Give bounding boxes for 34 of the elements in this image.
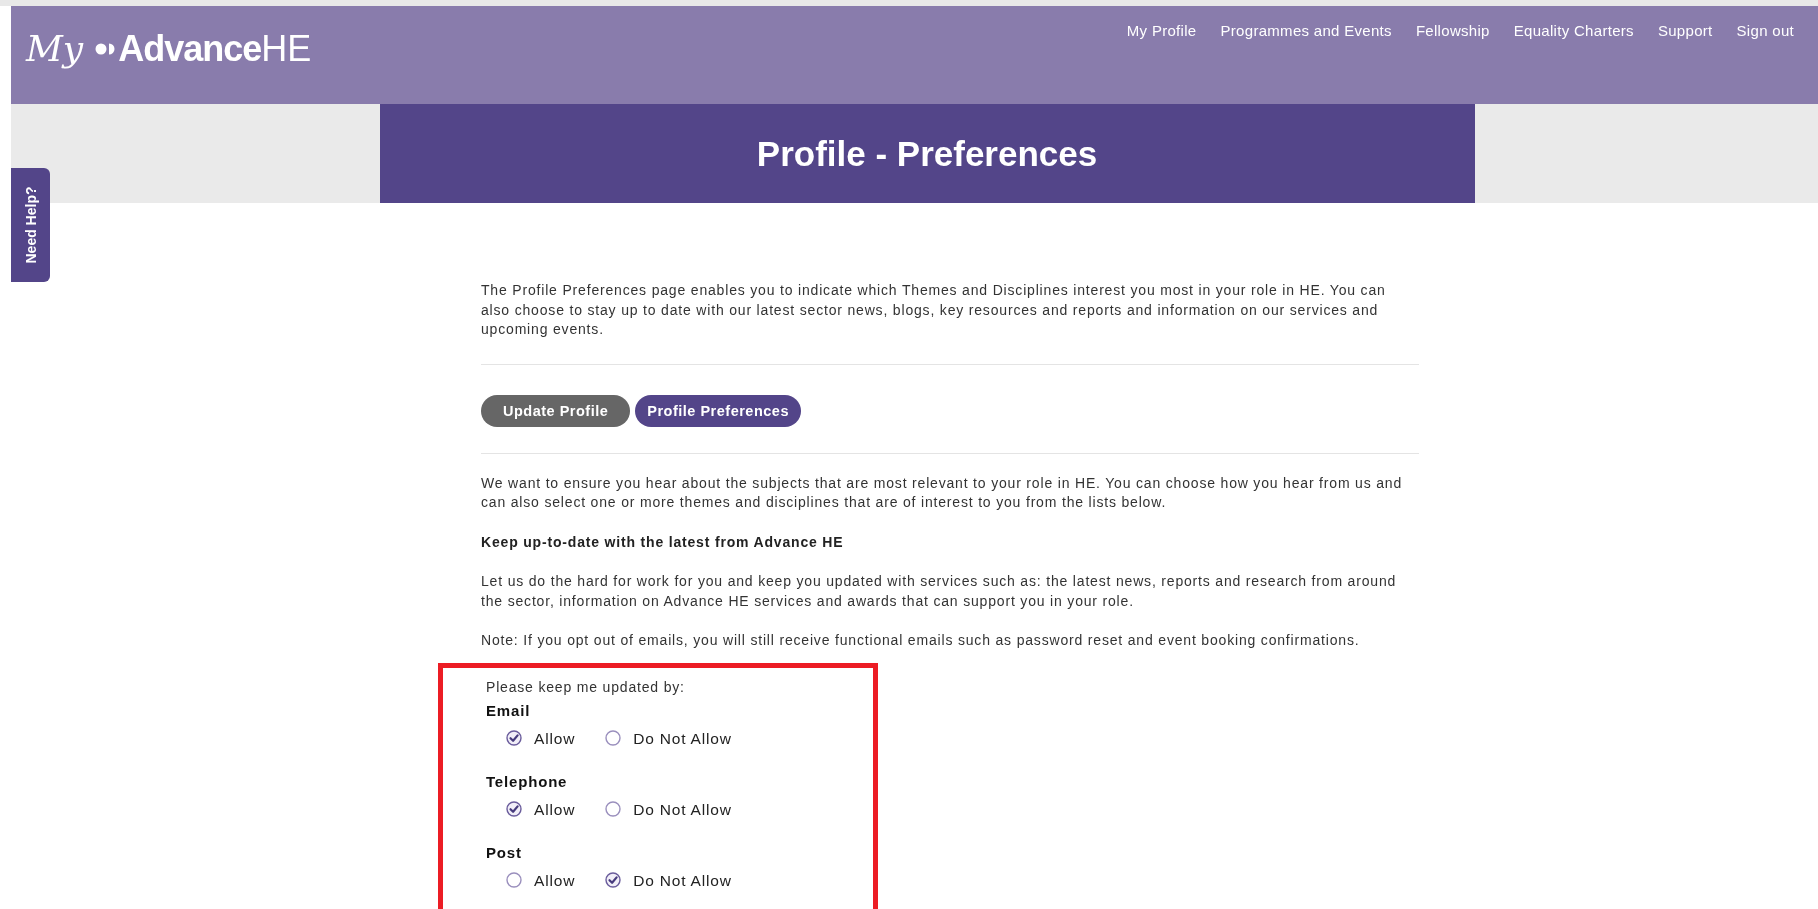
section-heading: Keep up-to-date with the latest from Advance HE <box>481 532 845 552</box>
radio-label[interactable]: Do Not Allow <box>633 728 732 748</box>
nav-link[interactable]: Sign out <box>1724 22 1806 39</box>
radio-label[interactable]: Allow <box>534 728 576 748</box>
tab[interactable]: Profile Preferences <box>635 394 801 427</box>
channel-label: Post <box>486 843 523 863</box>
tab[interactable]: Update Profile <box>481 394 631 427</box>
radio-checked-icon[interactable] <box>605 872 622 889</box>
logo-brand: Advance <box>118 28 262 70</box>
nav-link[interactable]: My Profile <box>1114 22 1209 39</box>
radio-icon[interactable] <box>506 872 522 889</box>
radio-icon[interactable] <box>605 730 622 747</box>
channel-label: Telephone <box>486 772 569 792</box>
note-text: Note: If you opt out of emails, you will still receive functional emails such as password reset and event booking confirmations. <box>481 631 1361 650</box>
logo-my: My <box>26 28 84 69</box>
radio-checked-icon[interactable] <box>506 801 522 818</box>
nav-link[interactable]: Fellowship <box>1403 22 1502 39</box>
nav-link[interactable]: Equality Charters <box>1501 22 1646 39</box>
need-help-tab[interactable]: Need Help? <box>11 168 50 282</box>
prompt-text: Please keep me updated by: <box>486 677 686 697</box>
description-text: We want to ensure you hear about the subjects that are most relevant to your role in HE. You can choose how you hear from us and can also select one or more themes and disciplines that are of interest to you from the lists below. <box>481 473 1404 512</box>
intro-text: The Profile Preferences page enables you to indicate which Themes and Disciplines interest you most in your role in HE. You can also choose to stay up to date with our latest sector news, blogs, key resources and reports and information on our services and upcoming events. <box>481 281 1387 339</box>
radio-label[interactable]: Do Not Allow <box>633 870 732 890</box>
radio-label[interactable]: Do Not Allow <box>633 799 732 819</box>
channel-label: Email <box>486 701 532 721</box>
radio-label[interactable]: Allow <box>534 799 576 819</box>
radio-icon[interactable] <box>605 801 622 818</box>
section-text: Let us do the hard for work for you and keep you updated with services such as: the latest news, reports and research from around the sector, information on Advance HE services and awards that can support you in your role. <box>481 572 1398 611</box>
logo-suffix: HE <box>261 28 312 70</box>
radio-label[interactable]: Allow <box>534 870 576 890</box>
radio-checked-icon[interactable] <box>506 730 522 747</box>
page-title: Profile - Preferences <box>379 104 1475 203</box>
nav-link[interactable]: Programmes and Events <box>1208 22 1404 39</box>
nav-link[interactable]: Support <box>1645 22 1725 39</box>
